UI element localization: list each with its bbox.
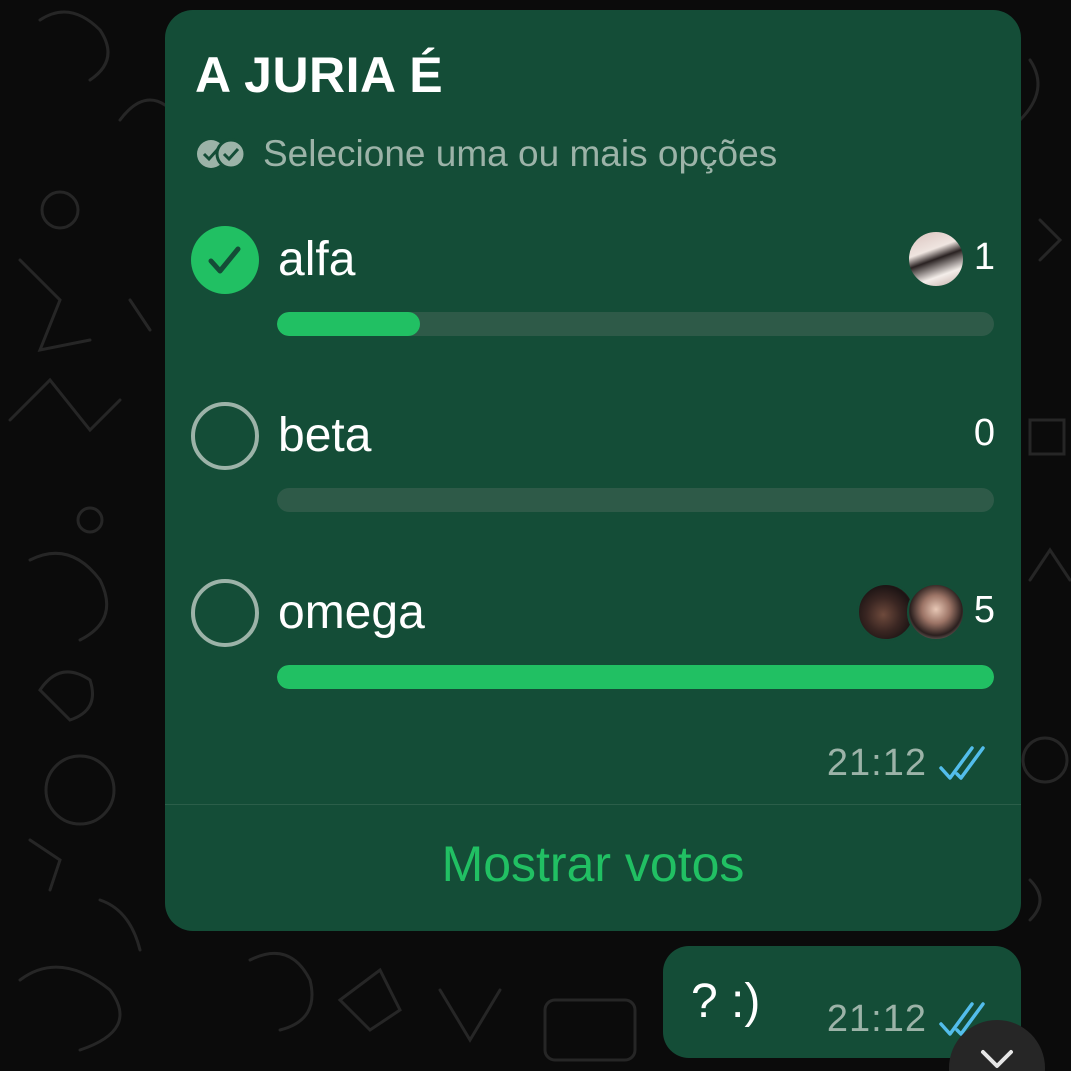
poll-subtitle-row: Selecione uma ou mais opções [195, 133, 778, 174]
poll-message-meta: 21:12 [827, 742, 993, 785]
vote-progress-bar [277, 312, 994, 336]
chevron-down-icon [981, 1050, 1013, 1068]
vote-progress-bar [277, 488, 994, 512]
divider [165, 804, 1021, 805]
vote-count: 1 [973, 236, 995, 278]
vote-count: 0 [973, 412, 995, 454]
poll-option-alfa[interactable]: alfa 1 [165, 226, 1021, 346]
message-time: 21:12 [826, 998, 927, 1040]
chat-background: A JURIA É Selecione uma ou mais opções a… [0, 0, 1071, 1071]
vote-progress-fill [277, 665, 994, 689]
avatar [907, 230, 965, 288]
poll-message-bubble: A JURIA É Selecione uma ou mais opções a… [165, 10, 1021, 931]
double-check-circles-icon [197, 138, 247, 170]
checked-circle-icon[interactable] [191, 226, 259, 294]
poll-title: A JURIA É [195, 47, 444, 103]
vote-progress-fill [277, 312, 421, 336]
empty-circle-icon[interactable] [191, 579, 259, 647]
voter-avatars[interactable] [907, 230, 965, 288]
empty-circle-icon[interactable] [191, 402, 259, 470]
poll-option-beta[interactable]: beta 0 [165, 402, 1021, 522]
voter-avatars[interactable] [857, 583, 965, 641]
poll-option-label: omega [278, 586, 425, 639]
vote-progress-bar [277, 665, 994, 689]
vote-count: 5 [973, 589, 995, 631]
avatar [907, 583, 965, 641]
poll-option-label: beta [278, 409, 372, 462]
message-text: ? :) [691, 975, 761, 1028]
show-votes-button[interactable]: Mostrar votos [165, 835, 1021, 893]
poll-option-omega[interactable]: omega 5 [165, 579, 1021, 699]
message-time: 21:12 [826, 742, 927, 784]
poll-option-label: alfa [278, 233, 356, 286]
double-check-read-icon [939, 745, 985, 780]
poll-subtitle: Selecione uma ou mais opções [263, 133, 778, 174]
